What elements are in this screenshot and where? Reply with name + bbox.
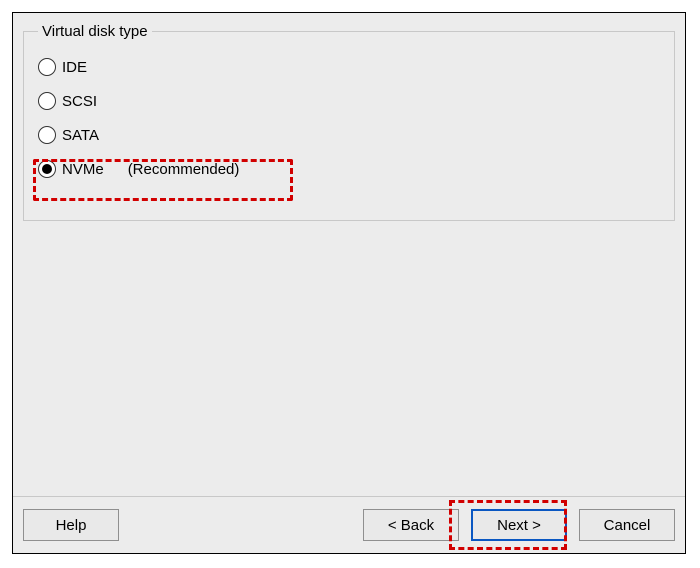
- radio-option-nvme[interactable]: NVMe (Recommended): [38, 152, 660, 186]
- radio-label: NVMe: [62, 161, 104, 178]
- back-button[interactable]: < Back: [363, 509, 459, 541]
- recommended-text: (Recommended): [128, 161, 240, 178]
- radio-option-sata[interactable]: SATA: [38, 118, 660, 152]
- radio-option-scsi[interactable]: SCSI: [38, 84, 660, 118]
- radio-label: SATA: [62, 127, 99, 144]
- radio-option-ide[interactable]: IDE: [38, 50, 660, 84]
- dialog-content: Virtual disk type IDE SCSI SATA NVMe (R: [13, 13, 685, 496]
- radio-label: IDE: [62, 59, 87, 76]
- radio-label: SCSI: [62, 93, 97, 110]
- cancel-button[interactable]: Cancel: [579, 509, 675, 541]
- button-bar: Help < Back Next > Cancel: [13, 497, 685, 553]
- next-button[interactable]: Next >: [471, 509, 567, 541]
- help-button[interactable]: Help: [23, 509, 119, 541]
- virtual-disk-type-group: Virtual disk type IDE SCSI SATA NVMe (R: [23, 23, 675, 221]
- radio-icon: [38, 126, 56, 144]
- group-legend: Virtual disk type: [38, 23, 152, 40]
- radio-icon: [38, 58, 56, 76]
- window-frame: Virtual disk type IDE SCSI SATA NVMe (R: [0, 0, 700, 568]
- dialog-panel: Virtual disk type IDE SCSI SATA NVMe (R: [12, 12, 686, 554]
- radio-icon: [38, 92, 56, 110]
- radio-icon: [38, 160, 56, 178]
